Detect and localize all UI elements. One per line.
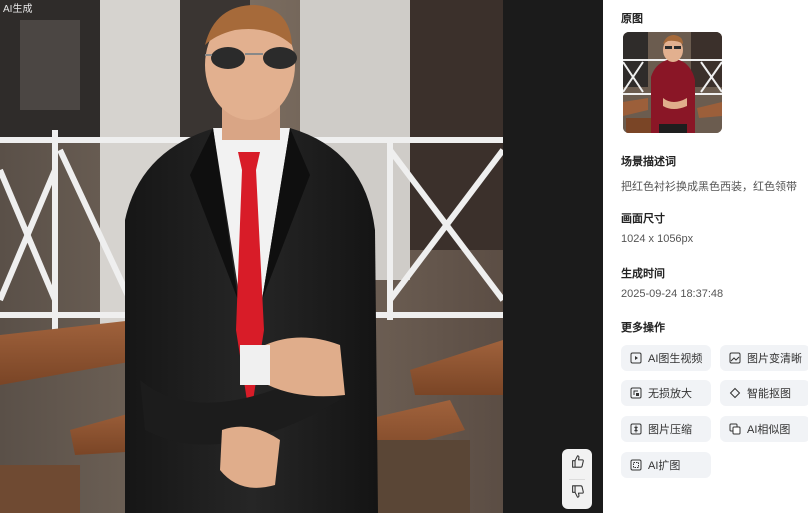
ai-expand-image-button[interactable]: AI扩图 — [621, 452, 711, 478]
image-size-value: 1024 x 1056px — [621, 233, 694, 245]
thumbs-down-icon — [571, 485, 584, 503]
thumbs-up-icon — [571, 455, 584, 473]
expand-image-icon — [630, 459, 642, 471]
generated-time-value: 2025-09-24 18:37:48 — [621, 288, 724, 300]
image-viewer: AI生成 — [0, 0, 603, 513]
action-label: AI相似图 — [747, 424, 791, 436]
compress-icon — [630, 423, 642, 435]
ai-image-to-video-button[interactable]: AI图生视频 — [621, 345, 711, 371]
feedback-bar — [562, 449, 592, 509]
upscale-icon — [630, 387, 642, 399]
action-label: AI扩图 — [648, 460, 681, 472]
action-label: 图片压缩 — [648, 424, 692, 436]
ai-generated-tag: AI生成 — [3, 4, 33, 15]
image-compress-button[interactable]: 图片压缩 — [621, 416, 711, 442]
image-sharpen-icon — [729, 352, 741, 364]
image-sharpen-button[interactable]: 图片变清晰 — [720, 345, 808, 371]
original-image-thumbnail[interactable] — [623, 32, 722, 133]
scene-description-label: 场景描述词 — [621, 156, 676, 168]
dislike-button[interactable] — [562, 479, 592, 509]
action-label: 无损放大 — [648, 388, 692, 400]
image-size-label: 画面尺寸 — [621, 213, 665, 225]
action-label: 智能抠图 — [747, 388, 791, 400]
image-video-icon — [630, 352, 642, 364]
ai-similar-image-button[interactable]: AI相似图 — [720, 416, 808, 442]
lossless-upscale-button[interactable]: 无损放大 — [621, 380, 711, 406]
more-actions-label: 更多操作 — [621, 322, 665, 334]
cutout-icon — [729, 387, 741, 399]
generated-time-label: 生成时间 — [621, 268, 665, 280]
original-image-label: 原图 — [621, 13, 643, 25]
generated-image[interactable] — [0, 0, 503, 513]
action-label: AI图生视频 — [648, 353, 703, 365]
detail-panel: 原图 场景描述词 把红色衬衫换成黑色西装，红色领带 画面尺寸 1024 x 10… — [603, 0, 808, 513]
similar-image-icon — [729, 423, 741, 435]
smart-cutout-button[interactable]: 智能抠图 — [720, 380, 808, 406]
action-label: 图片变清晰 — [747, 353, 802, 365]
like-button[interactable] — [562, 449, 592, 479]
scene-description-text: 把红色衬衫换成黑色西装，红色领带 — [621, 181, 797, 193]
